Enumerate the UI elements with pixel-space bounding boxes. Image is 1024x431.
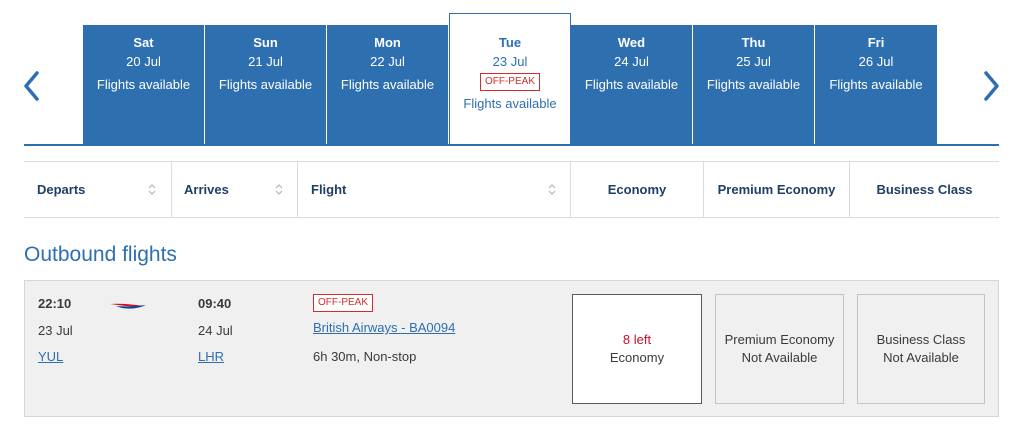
day-name: Sat <box>133 35 154 50</box>
economy-fare-button[interactable]: 8 left Economy <box>572 294 702 404</box>
day-date: 20 Jul <box>126 54 161 69</box>
flight-row: 22:10 23 Jul YUL 09:40 24 Jul LHR OFF-PE… <box>24 280 999 417</box>
day-status: Flights available <box>706 77 801 92</box>
depart-airport-link[interactable]: YUL <box>38 349 63 365</box>
day-tab-thu[interactable]: Thu 25 Jul Flights available <box>693 25 815 144</box>
sort-icon <box>548 184 556 195</box>
day-date: 22 Jul <box>370 54 405 69</box>
section-title: Outbound flights <box>24 243 177 266</box>
premium-economy-fare: Premium Economy Not Available <box>715 294 844 404</box>
day-tab-sat[interactable]: Sat 20 Jul Flights available <box>83 25 205 144</box>
flight-header: Flight <box>311 182 347 197</box>
british-airways-logo <box>110 303 146 309</box>
day-date: 26 Jul <box>858 54 894 69</box>
column-header: Departs Arrives Flight Economy Premium E… <box>24 161 999 218</box>
offpeak-badge: OFF-PEAK <box>313 294 374 312</box>
sort-icon <box>148 184 156 195</box>
day-status: Flights available <box>340 77 435 92</box>
arrives-header: Arrives <box>184 182 229 197</box>
day-date: 24 Jul <box>614 54 649 69</box>
arrive-date: 24 Jul <box>198 323 233 338</box>
day-tab-mon[interactable]: Mon 22 Jul Flights available <box>327 25 449 144</box>
premium-economy-fare-label: Premium Economy <box>724 332 835 347</box>
sort-icon <box>275 184 283 195</box>
economy-fare-label: Economy <box>609 350 665 365</box>
arrive-time: 09:40 <box>198 296 232 311</box>
sort-flight[interactable]: Flight <box>297 162 570 217</box>
arrive-airport-link[interactable]: LHR <box>198 349 224 365</box>
day-name: Wed <box>617 35 646 50</box>
depart-date: 23 Jul <box>38 323 73 338</box>
business-class-fare: Business Class Not Available <box>857 294 985 404</box>
day-status: Flights available <box>829 77 923 92</box>
seats-left: 8 left <box>622 332 652 347</box>
day-name: Thu <box>741 35 766 50</box>
day-tab-tue-selected[interactable]: Tue 23 Jul OFF-PEAK Flights available <box>449 13 571 146</box>
day-tab-fri[interactable]: Fri 26 Jul Flights available <box>815 25 937 144</box>
business-class-header: Business Class <box>849 162 999 217</box>
economy-header: Economy <box>570 162 703 217</box>
day-tab-sun[interactable]: Sun 21 Jul Flights available <box>205 25 327 144</box>
day-status: Flights available <box>463 96 557 111</box>
day-name: Mon <box>374 35 401 50</box>
offpeak-badge: OFF-PEAK <box>479 73 540 91</box>
day-date: 25 Jul <box>736 54 771 69</box>
day-tab-wed[interactable]: Wed 24 Jul Flights available <box>571 25 693 144</box>
chevron-left-icon[interactable] <box>18 66 48 106</box>
carousel-underline <box>24 144 999 146</box>
sort-arrives[interactable]: Arrives <box>171 162 297 217</box>
business-class-fare-label: Business Class <box>876 332 966 347</box>
flight-duration: 6h 30m, Non-stop <box>313 349 417 364</box>
day-status: Flights available <box>96 77 191 92</box>
day-status: Flights available <box>218 77 313 92</box>
premium-economy-fare-status: Not Available <box>741 350 818 365</box>
flight-details-link[interactable]: British Airways - BA0094 <box>313 320 455 336</box>
sort-departs[interactable]: Departs <box>24 162 171 217</box>
premium-economy-header: Premium Economy <box>703 162 849 217</box>
chevron-right-icon[interactable] <box>975 66 1005 106</box>
date-carousel: Sat 20 Jul Flights available Sun 21 Jul … <box>0 0 1024 146</box>
day-date: 23 Jul <box>492 54 528 69</box>
day-tabs: Sat 20 Jul Flights available Sun 21 Jul … <box>83 13 937 146</box>
business-class-fare-status: Not Available <box>883 350 959 365</box>
departs-header: Departs <box>37 182 86 197</box>
depart-time: 22:10 <box>38 296 72 311</box>
day-date: 21 Jul <box>248 54 283 69</box>
day-name: Sun <box>253 35 278 50</box>
day-status: Flights available <box>584 77 679 92</box>
day-name: Tue <box>498 35 522 50</box>
day-name: Fri <box>867 35 885 50</box>
